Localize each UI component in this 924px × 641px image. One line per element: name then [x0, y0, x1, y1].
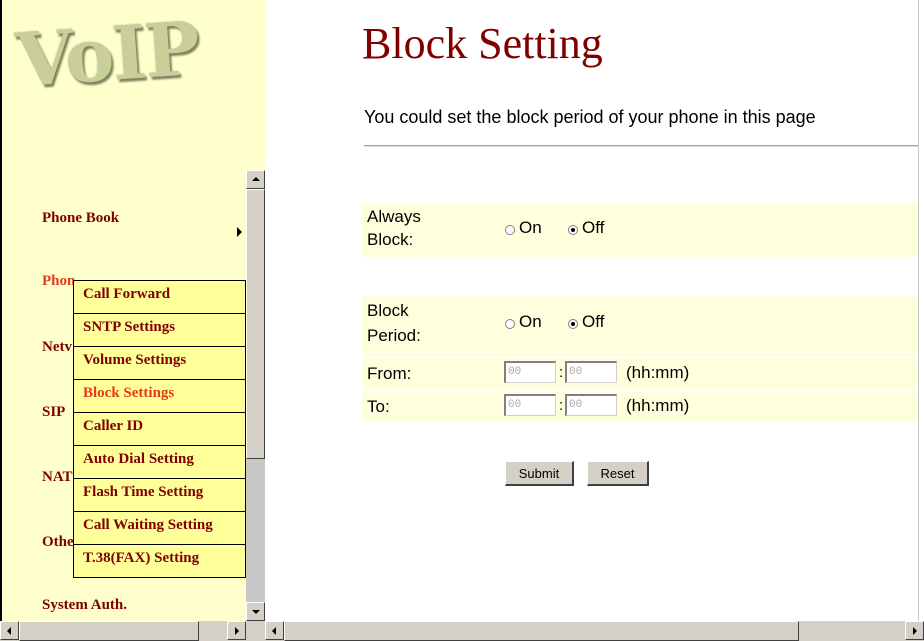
to-hour-input[interactable]: 00 [504, 394, 556, 416]
block-period-row: Block Period: On Off [362, 296, 920, 356]
to-row: To: 00 : 00 (hh:mm) [362, 391, 920, 422]
from-hour-input[interactable]: 00 [504, 361, 556, 383]
scroll-left-button[interactable] [0, 621, 19, 640]
always-block-label-line1: Always [367, 207, 421, 226]
phone-settings-submenu: Call Forward SNTP Settings Volume Settin… [73, 280, 246, 578]
submenu-item-flash-time-setting[interactable]: Flash Time Setting [74, 479, 245, 512]
to-label: To: [367, 397, 390, 416]
from-label: From: [367, 364, 412, 383]
submenu-item-caller-id[interactable]: Caller ID [74, 413, 245, 446]
block-period-label-line1: Block [367, 301, 409, 320]
reset-button[interactable]: Reset [587, 461, 649, 486]
block-period-on-radio[interactable] [505, 319, 515, 329]
scroll-down-button[interactable] [246, 602, 265, 621]
block-period-off-radio[interactable] [568, 319, 578, 329]
always-block-off-label: Off [582, 218, 605, 237]
main-horizontal-scrollbar[interactable] [265, 621, 924, 641]
page-description: You could set the block period of your p… [364, 107, 816, 127]
submit-button[interactable]: Submit [505, 461, 574, 486]
from-row: From: 00 : 00 (hh:mm) [362, 358, 920, 389]
to-separator: : [559, 397, 564, 414]
page-title: Block Setting [362, 19, 603, 68]
divider [364, 145, 920, 147]
left-vertical-scrollbar[interactable] [246, 170, 265, 621]
submenu-item-auto-dial-setting[interactable]: Auto Dial Setting [74, 446, 245, 479]
from-format-hint: (hh:mm) [626, 363, 690, 382]
submenu-item-sntp-settings[interactable]: SNTP Settings [74, 314, 245, 347]
always-block-label-line2: Block: [367, 230, 414, 249]
arrow-right-icon [235, 627, 239, 635]
nav-item-phone-book[interactable]: Phone Book [42, 210, 119, 227]
submenu-item-t38-fax-setting[interactable]: T.38(FAX) Setting [74, 545, 245, 578]
right-vertical-scrollbar[interactable] [918, 0, 924, 621]
submenu-item-volume-settings[interactable]: Volume Settings [74, 347, 245, 380]
nav-item-system-auth[interactable]: System Auth. [42, 597, 127, 614]
arrow-right-icon [913, 627, 917, 635]
submenu-item-block-settings[interactable]: Block Settings [74, 380, 245, 413]
block-period-on-label: On [519, 312, 542, 331]
submenu-item-call-waiting-setting[interactable]: Call Waiting Setting [74, 512, 245, 545]
arrow-up-icon [252, 177, 260, 181]
arrow-left-icon [272, 627, 276, 635]
nav-item-nat[interactable]: NAT [42, 469, 73, 486]
always-block-off-radio[interactable] [568, 225, 578, 235]
submenu-arrow-icon [237, 227, 242, 237]
nav-item-other[interactable]: Othe [42, 534, 74, 551]
nav-item-sip[interactable]: SIP [42, 404, 65, 421]
scrollbar-thumb[interactable] [284, 621, 799, 641]
arrow-left-icon [7, 627, 11, 635]
left-horizontal-scrollbar[interactable] [0, 621, 246, 641]
scroll-right-button[interactable] [905, 621, 924, 640]
block-period-label-line2: Period: [367, 326, 421, 345]
scroll-left-button[interactable] [265, 621, 284, 640]
from-minute-input[interactable]: 00 [565, 361, 617, 383]
block-period-off-label: Off [582, 312, 605, 331]
from-separator: : [559, 364, 564, 381]
scrollbar-corner [246, 621, 265, 641]
always-block-on-radio[interactable] [505, 225, 515, 235]
scroll-up-button[interactable] [246, 170, 265, 189]
to-format-hint: (hh:mm) [626, 396, 690, 415]
voip-logo: VoIP [13, 5, 202, 105]
nav-item-phone-settings[interactable]: Phon [42, 273, 75, 290]
submenu-item-call-forward[interactable]: Call Forward [74, 281, 245, 314]
always-block-on-label: On [519, 218, 542, 237]
nav-item-network[interactable]: Netv [42, 339, 72, 356]
scrollbar-thumb[interactable] [19, 621, 199, 641]
arrow-down-icon [252, 610, 260, 614]
always-block-row: Always Block: On Off [362, 203, 920, 257]
to-minute-input[interactable]: 00 [565, 394, 617, 416]
scroll-right-button[interactable] [227, 621, 246, 640]
scrollbar-thumb[interactable] [246, 189, 265, 459]
